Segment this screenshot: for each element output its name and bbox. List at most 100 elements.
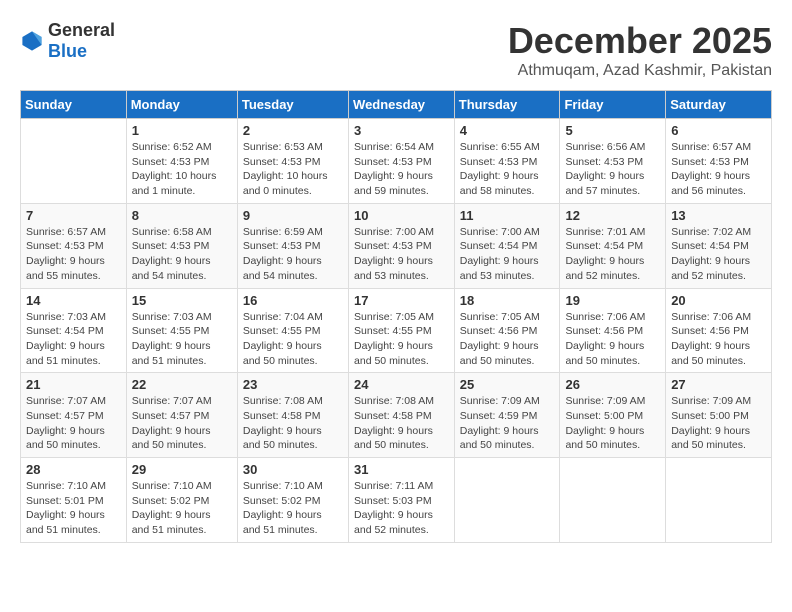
day-info: Sunrise: 7:07 AM Sunset: 4:57 PM Dayligh…: [26, 394, 121, 453]
calendar-cell: 4 Sunrise: 6:55 AM Sunset: 4:53 PM Daylig…: [454, 119, 560, 204]
day-number: 15: [132, 293, 232, 308]
day-info: Sunrise: 7:09 AM Sunset: 5:00 PM Dayligh…: [671, 394, 766, 453]
calendar-body: 1 Sunrise: 6:52 AM Sunset: 4:53 PM Daylig…: [21, 119, 772, 543]
day-number: 7: [26, 208, 121, 223]
calendar-cell: 19 Sunrise: 7:06 AM Sunset: 4:56 PM Dayli…: [560, 288, 666, 373]
calendar-table: SundayMondayTuesdayWednesdayThursdayFrid…: [20, 90, 772, 543]
calendar-cell: 28 Sunrise: 7:10 AM Sunset: 5:01 PM Dayli…: [21, 458, 127, 543]
day-info: Sunrise: 7:00 AM Sunset: 4:53 PM Dayligh…: [354, 225, 449, 284]
calendar-cell: 9 Sunrise: 6:59 AM Sunset: 4:53 PM Daylig…: [237, 203, 348, 288]
calendar-cell: 24Sunrise: 7:08 AM Sunset: 4:58 PM Dayli…: [349, 373, 455, 458]
day-number: 22: [132, 377, 232, 392]
day-number: 9: [243, 208, 343, 223]
day-number: 19: [565, 293, 660, 308]
calendar-cell: 10Sunrise: 7:00 AM Sunset: 4:53 PM Dayli…: [349, 203, 455, 288]
day-number: 13: [671, 208, 766, 223]
day-info: Sunrise: 7:06 AM Sunset: 4:56 PM Dayligh…: [671, 310, 766, 369]
day-info: Sunrise: 7:08 AM Sunset: 4:58 PM Dayligh…: [243, 394, 343, 453]
day-info: Sunrise: 7:10 AM Sunset: 5:02 PM Dayligh…: [243, 479, 343, 538]
day-number: 28: [26, 462, 121, 477]
calendar-week-row: 1 Sunrise: 6:52 AM Sunset: 4:53 PM Daylig…: [21, 119, 772, 204]
day-number: 31: [354, 462, 449, 477]
day-header-thursday: Thursday: [454, 91, 560, 119]
day-info: Sunrise: 6:58 AM Sunset: 4:53 PM Dayligh…: [132, 225, 232, 284]
calendar-cell: 1 Sunrise: 6:52 AM Sunset: 4:53 PM Daylig…: [126, 119, 237, 204]
day-info: Sunrise: 6:55 AM Sunset: 4:53 PM Dayligh…: [460, 140, 555, 199]
day-header-sunday: Sunday: [21, 91, 127, 119]
day-info: Sunrise: 6:56 AM Sunset: 4:53 PM Dayligh…: [565, 140, 660, 199]
day-info: Sunrise: 7:11 AM Sunset: 5:03 PM Dayligh…: [354, 479, 449, 538]
calendar-cell: 27Sunrise: 7:09 AM Sunset: 5:00 PM Dayli…: [666, 373, 772, 458]
day-info: Sunrise: 7:09 AM Sunset: 4:59 PM Dayligh…: [460, 394, 555, 453]
day-number: 4: [460, 123, 555, 138]
day-number: 3: [354, 123, 449, 138]
calendar-week-row: 28 Sunrise: 7:10 AM Sunset: 5:01 PM Dayli…: [21, 458, 772, 543]
day-number: 24: [354, 377, 449, 392]
day-info: Sunrise: 7:10 AM Sunset: 5:02 PM Dayligh…: [132, 479, 232, 538]
calendar-cell: 13 Sunrise: 7:02 AM Sunset: 4:54 PM Dayli…: [666, 203, 772, 288]
title-area: December 2025 Athmuqam, Azad Kashmir, Pa…: [508, 20, 772, 80]
day-info: Sunrise: 7:01 AM Sunset: 4:54 PM Dayligh…: [565, 225, 660, 284]
day-number: 11: [460, 208, 555, 223]
calendar-cell: [560, 458, 666, 543]
calendar-week-row: 7 Sunrise: 6:57 AM Sunset: 4:53 PM Daylig…: [21, 203, 772, 288]
day-number: 2: [243, 123, 343, 138]
day-info: Sunrise: 7:03 AM Sunset: 4:55 PM Dayligh…: [132, 310, 232, 369]
calendar-cell: 14 Sunrise: 7:03 AM Sunset: 4:54 PM Dayli…: [21, 288, 127, 373]
calendar-cell: 20Sunrise: 7:06 AM Sunset: 4:56 PM Dayli…: [666, 288, 772, 373]
day-number: 18: [460, 293, 555, 308]
calendar-cell: 23 Sunrise: 7:08 AM Sunset: 4:58 PM Dayli…: [237, 373, 348, 458]
day-info: Sunrise: 7:07 AM Sunset: 4:57 PM Dayligh…: [132, 394, 232, 453]
day-number: 16: [243, 293, 343, 308]
day-number: 5: [565, 123, 660, 138]
day-number: 21: [26, 377, 121, 392]
day-info: Sunrise: 6:57 AM Sunset: 4:53 PM Dayligh…: [26, 225, 121, 284]
calendar-cell: 8 Sunrise: 6:58 AM Sunset: 4:53 PM Daylig…: [126, 203, 237, 288]
logo: General Blue: [20, 20, 115, 62]
calendar-cell: [666, 458, 772, 543]
month-title: December 2025: [508, 20, 772, 62]
day-info: Sunrise: 6:57 AM Sunset: 4:53 PM Dayligh…: [671, 140, 766, 199]
calendar-cell: 17Sunrise: 7:05 AM Sunset: 4:55 PM Dayli…: [349, 288, 455, 373]
calendar-cell: 21 Sunrise: 7:07 AM Sunset: 4:57 PM Dayli…: [21, 373, 127, 458]
calendar-cell: 7 Sunrise: 6:57 AM Sunset: 4:53 PM Daylig…: [21, 203, 127, 288]
day-info: Sunrise: 7:03 AM Sunset: 4:54 PM Dayligh…: [26, 310, 121, 369]
calendar-cell: 29 Sunrise: 7:10 AM Sunset: 5:02 PM Dayli…: [126, 458, 237, 543]
day-number: 14: [26, 293, 121, 308]
day-info: Sunrise: 6:52 AM Sunset: 4:53 PM Dayligh…: [132, 140, 232, 199]
calendar-week-row: 21 Sunrise: 7:07 AM Sunset: 4:57 PM Dayli…: [21, 373, 772, 458]
day-info: Sunrise: 7:09 AM Sunset: 5:00 PM Dayligh…: [565, 394, 660, 453]
day-number: 17: [354, 293, 449, 308]
day-number: 12: [565, 208, 660, 223]
calendar-cell: 12 Sunrise: 7:01 AM Sunset: 4:54 PM Dayli…: [560, 203, 666, 288]
day-info: Sunrise: 6:53 AM Sunset: 4:53 PM Dayligh…: [243, 140, 343, 199]
calendar-cell: 16 Sunrise: 7:04 AM Sunset: 4:55 PM Dayli…: [237, 288, 348, 373]
calendar-cell: 22 Sunrise: 7:07 AM Sunset: 4:57 PM Dayli…: [126, 373, 237, 458]
day-info: Sunrise: 7:04 AM Sunset: 4:55 PM Dayligh…: [243, 310, 343, 369]
calendar-cell: 31 Sunrise: 7:11 AM Sunset: 5:03 PM Dayli…: [349, 458, 455, 543]
calendar-cell: 2 Sunrise: 6:53 AM Sunset: 4:53 PM Daylig…: [237, 119, 348, 204]
day-header-tuesday: Tuesday: [237, 91, 348, 119]
day-number: 1: [132, 123, 232, 138]
calendar-cell: 15 Sunrise: 7:03 AM Sunset: 4:55 PM Dayli…: [126, 288, 237, 373]
day-header-monday: Monday: [126, 91, 237, 119]
day-info: Sunrise: 6:54 AM Sunset: 4:53 PM Dayligh…: [354, 140, 449, 199]
day-number: 29: [132, 462, 232, 477]
header: General Blue December 2025 Athmuqam, Aza…: [20, 20, 772, 80]
day-number: 23: [243, 377, 343, 392]
day-number: 30: [243, 462, 343, 477]
calendar-cell: 6Sunrise: 6:57 AM Sunset: 4:53 PM Daylig…: [666, 119, 772, 204]
day-info: Sunrise: 6:59 AM Sunset: 4:53 PM Dayligh…: [243, 225, 343, 284]
day-info: Sunrise: 7:06 AM Sunset: 4:56 PM Dayligh…: [565, 310, 660, 369]
day-info: Sunrise: 7:10 AM Sunset: 5:01 PM Dayligh…: [26, 479, 121, 538]
logo-icon: [20, 29, 44, 53]
logo-text-general: General: [48, 20, 115, 40]
day-number: 8: [132, 208, 232, 223]
day-number: 25: [460, 377, 555, 392]
calendar-cell: [454, 458, 560, 543]
calendar-header-row: SundayMondayTuesdayWednesdayThursdayFrid…: [21, 91, 772, 119]
day-header-friday: Friday: [560, 91, 666, 119]
day-info: Sunrise: 7:02 AM Sunset: 4:54 PM Dayligh…: [671, 225, 766, 284]
calendar-cell: 11 Sunrise: 7:00 AM Sunset: 4:54 PM Dayli…: [454, 203, 560, 288]
day-info: Sunrise: 7:00 AM Sunset: 4:54 PM Dayligh…: [460, 225, 555, 284]
